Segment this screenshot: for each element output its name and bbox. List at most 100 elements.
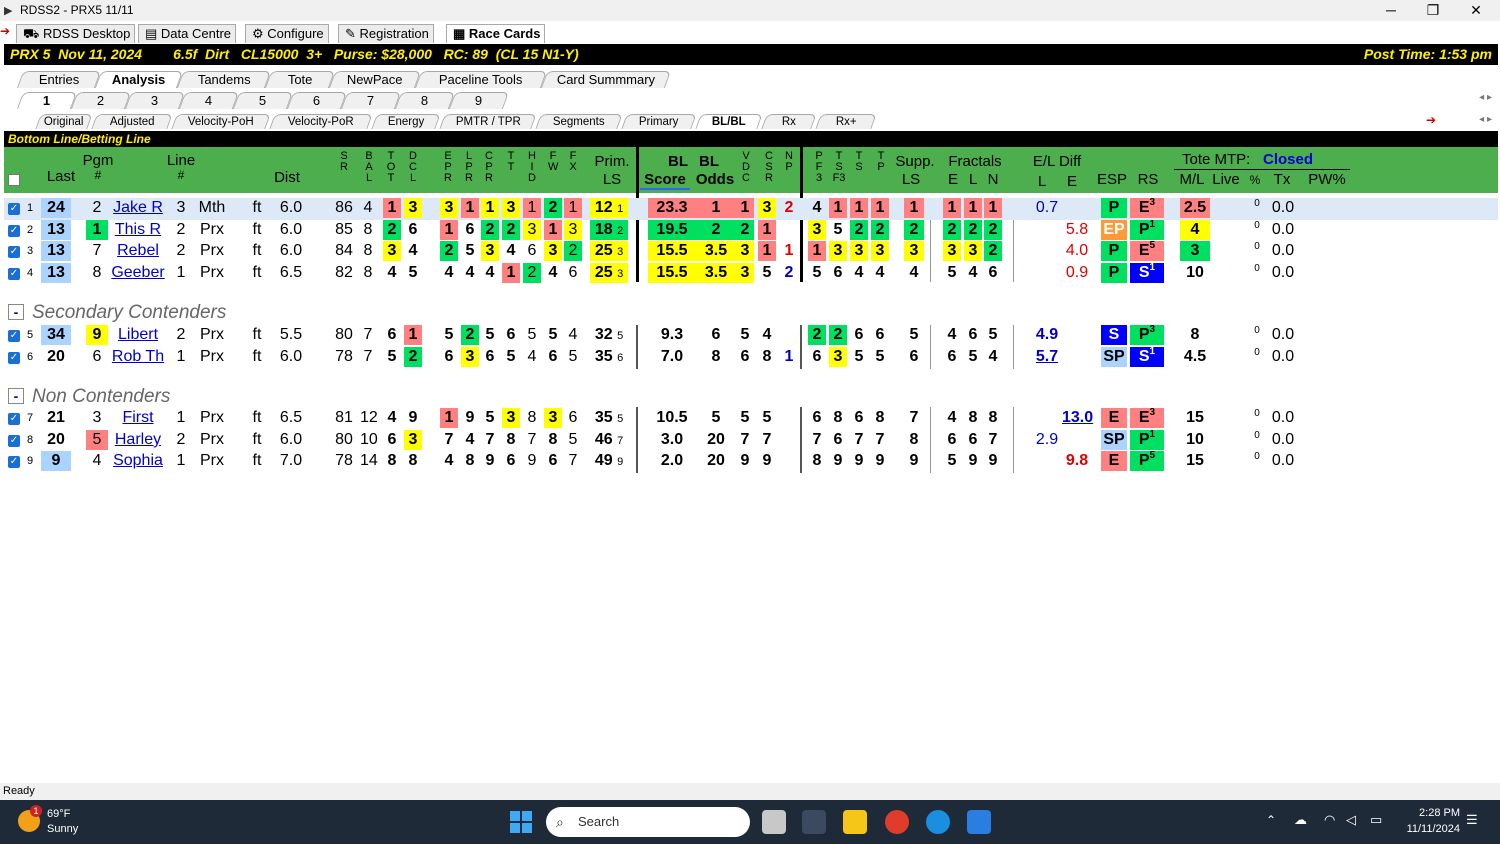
tab-card-summary[interactable]: Card Summmary [540,71,672,88]
cell-name[interactable]: This R [110,220,166,240]
collapse-button[interactable]: - [8,304,24,320]
row-checkbox[interactable]: ✓ [8,456,20,468]
header-sr[interactable]: S R [339,151,349,173]
cell-name[interactable]: Harley [110,430,166,450]
volume-icon[interactable]: ◁ [1346,812,1356,828]
header-tp[interactable]: T P [876,151,886,173]
tab-data-centre[interactable]: ▤ Data Centre [138,24,236,43]
header-fractal-n[interactable]: N [987,172,999,188]
subtab-segments[interactable]: Segments [535,114,623,129]
row-checkbox[interactable]: ✓ [8,225,20,237]
wifi-icon[interactable]: ◠ [1324,812,1335,828]
export-icon[interactable]: ➔ [1426,113,1436,127]
cell-name[interactable]: Rebel [110,241,166,261]
header-lpr[interactable]: L P R [464,151,474,184]
header-vdc[interactable]: V D C [741,151,751,184]
subtab-rx[interactable]: Rx [761,114,817,129]
battery-icon[interactable]: ▭ [1370,812,1382,828]
subtab-primary[interactable]: Primary [621,114,697,129]
race-tab-2[interactable]: 2 [70,92,132,109]
subtab-adjusted[interactable]: Adjusted [91,114,173,129]
weather-condition[interactable]: Sunny [47,823,78,835]
tab-configure[interactable]: ⚙ Configure [245,24,329,43]
header-fractal-l[interactable]: L [967,172,979,188]
header-dcl[interactable]: D C L [408,151,418,184]
race-tab-9[interactable]: 9 [448,92,510,109]
row-checkbox[interactable]: ✓ [8,203,20,215]
chevron-up-icon[interactable]: ⌃ [1266,813,1276,827]
header-last[interactable]: Last [44,169,78,185]
row-checkbox[interactable]: ✓ [8,268,20,280]
subtab-rx-plus[interactable]: Rx+ [815,114,877,129]
subtab-energy[interactable]: Energy [371,114,441,129]
cloud-icon[interactable]: ☁ [1294,812,1307,828]
row-checkbox[interactable]: ✓ [8,352,20,364]
header-cpr[interactable]: C P R [484,151,494,184]
header-supp-ls[interactable]: LS [898,172,924,188]
header-el-e[interactable]: E [1066,174,1078,190]
race-tab-3[interactable]: 3 [124,92,186,109]
app-icon[interactable] [967,810,991,834]
tab-paceline-tools[interactable]: Paceline Tools [414,71,548,88]
subtab-original[interactable]: Original [35,114,93,129]
start-icon[interactable] [510,811,532,833]
minimize-button[interactable]: ─ [1370,0,1412,21]
header-dist[interactable]: Dist [270,170,304,186]
header-bl-score[interactable]: Score [640,172,690,190]
tab-analysis[interactable]: Analysis [94,71,184,88]
header-fw[interactable]: F W [548,151,558,173]
header-el-l[interactable]: L [1036,174,1048,190]
tab-newpace[interactable]: NewPace [328,71,422,88]
header-pct[interactable]: % [1248,172,1262,188]
close-button[interactable]: ✕ [1455,0,1497,21]
header-tt[interactable]: T T [506,151,516,173]
header-pf3[interactable]: P F 3 [814,151,824,184]
chrome-icon[interactable] [885,810,909,834]
search-box[interactable]: ⌕ Search [546,807,750,837]
subtab-pmtr-tpr[interactable]: PMTR / TPR [439,114,537,129]
header-tx[interactable]: Tx [1270,172,1294,188]
maximize-button[interactable]: ❐ [1412,0,1454,21]
header-rs[interactable]: RS [1134,172,1162,188]
collapse-button[interactable]: - [8,388,24,404]
header-prim-ls[interactable]: LS [598,172,626,188]
notification-icon[interactable]: ☰ [1466,812,1478,828]
cell-name[interactable]: Rob Th [110,347,166,367]
row-checkbox[interactable]: ✓ [8,246,20,258]
race-tab-7[interactable]: 7 [340,92,402,109]
cell-name[interactable]: Libert [110,325,166,345]
header-hid[interactable]: H I D [527,151,537,184]
header-fractal-e[interactable]: E [947,172,959,188]
tab-rdss-desktop[interactable]: ⛟ RDSS Desktop [16,24,136,43]
header-np[interactable]: N P [784,151,794,173]
tab-tote[interactable]: Tote [264,71,336,88]
header-pw[interactable]: PW% [1304,172,1350,188]
header-tsf3[interactable]: T S F3 [832,151,846,184]
race-tab-8[interactable]: 8 [394,92,456,109]
cell-name[interactable]: Jake R [110,198,166,218]
header-ml[interactable]: M/L [1176,172,1208,188]
cell-name[interactable]: Geeber [110,263,166,283]
row-checkbox[interactable]: ✓ [8,435,20,447]
cell-name[interactable]: Sophia [110,451,166,471]
header-csr[interactable]: C S R [764,151,774,184]
race-tab-4[interactable]: 4 [178,92,240,109]
clock-date[interactable]: 11/11/2024 [1398,823,1460,835]
tab-registration[interactable]: ✎ Registration [338,24,434,43]
weather-temp[interactable]: 69°F [47,808,70,820]
header-fx[interactable]: F X [568,151,578,173]
header-el-diff[interactable]: E/L Diff [1026,154,1088,170]
header-fractals[interactable]: Fractals [944,154,1006,170]
header-supp[interactable]: Supp. [892,154,938,170]
header-bl-odds[interactable]: Odds [692,172,738,188]
race-tab-1[interactable]: 1 [16,92,78,109]
rdss-app-icon[interactable] [802,810,826,834]
row-checkbox[interactable]: ✓ [8,413,20,425]
header-prim[interactable]: Prim. [590,154,634,170]
tab-tandems[interactable]: Tandems [176,71,272,88]
select-all-checkbox[interactable] [8,174,20,186]
subtab-velocity-poh[interactable]: Velocity-PoH [171,114,271,129]
help-icon[interactable] [926,810,950,834]
subtab-bl-bl[interactable]: BL/BL [695,114,763,129]
header-bl-2[interactable]: BL [694,154,724,170]
